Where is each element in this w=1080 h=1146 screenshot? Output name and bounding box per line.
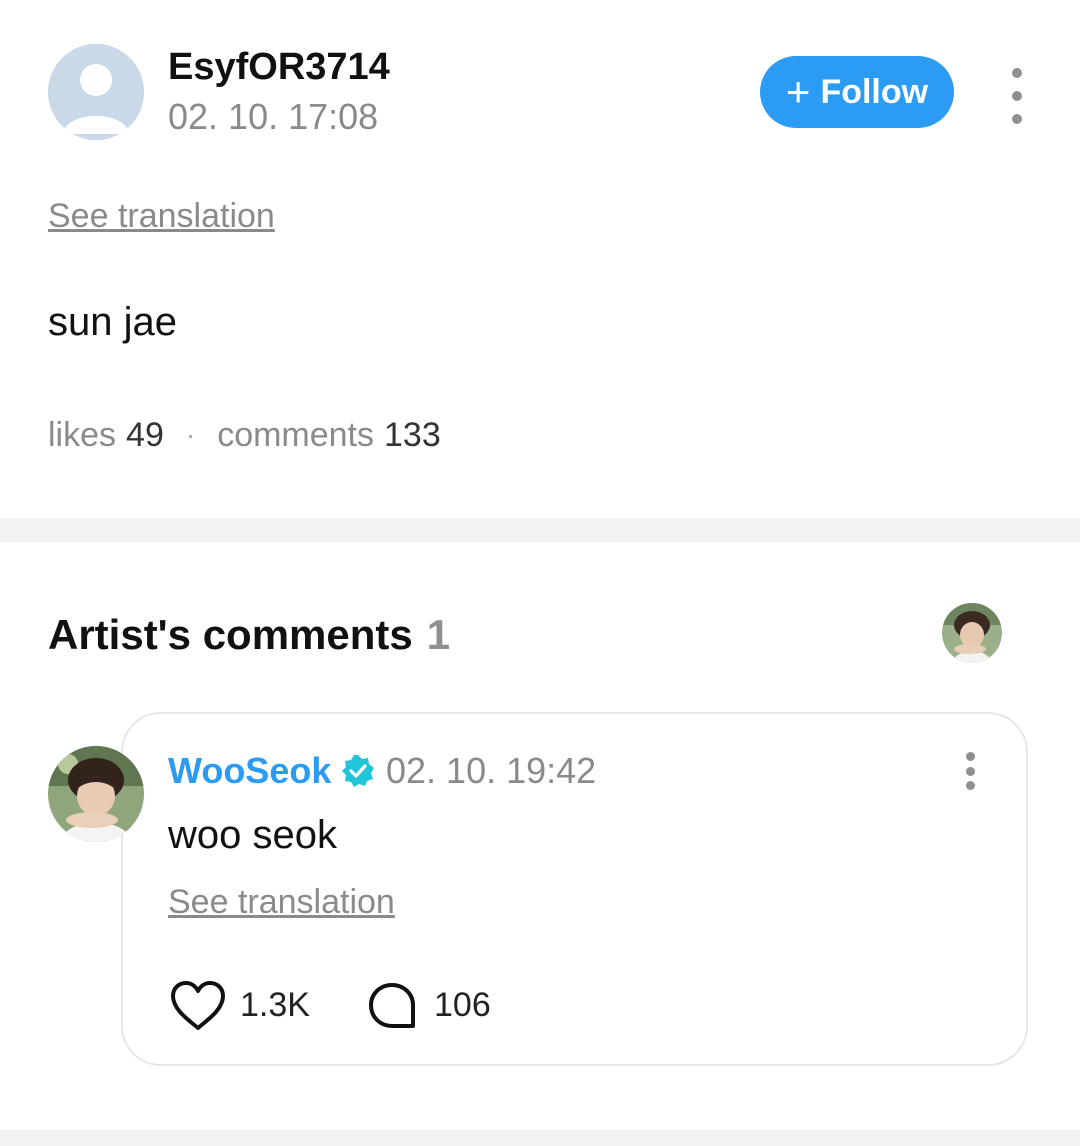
comment-bubble-icon[interactable] xyxy=(366,980,418,1032)
see-translation-link[interactable]: See translation xyxy=(48,196,275,236)
comment-body: woo seok xyxy=(168,813,337,857)
comment-like-count: 1.3K xyxy=(240,986,310,1024)
artist-avatar[interactable] xyxy=(48,746,144,842)
artist-comments-count: 1 xyxy=(426,611,451,658)
post-stats: likes 49 · comments 133 xyxy=(48,414,441,456)
follow-label: Follow xyxy=(820,72,929,111)
verified-badge-icon xyxy=(342,755,375,787)
stats-separator: · xyxy=(185,419,196,450)
comments-label[interactable]: comments xyxy=(217,414,374,456)
artist-name[interactable]: WooSeok xyxy=(168,750,375,792)
comment-timestamp: 02. 10. 19:42 xyxy=(386,750,597,791)
plus-icon: + xyxy=(785,68,811,115)
post-body: sun jae xyxy=(48,300,177,344)
comment-see-translation-link[interactable]: See translation xyxy=(168,882,395,922)
author-name[interactable]: EsyfOR3714 xyxy=(168,44,390,90)
artist-name-label: WooSeok xyxy=(168,750,332,791)
more-vertical-icon[interactable] xyxy=(1007,68,1027,124)
author-avatar[interactable] xyxy=(48,44,144,140)
likes-label: likes xyxy=(48,416,117,454)
comment-reply-count: 106 xyxy=(434,986,491,1024)
bottom-divider xyxy=(0,1130,1080,1146)
likes-count: 49 xyxy=(126,416,164,454)
post-timestamp: 02. 10. 17:08 xyxy=(168,96,379,137)
section-divider xyxy=(0,518,1080,542)
default-user-icon xyxy=(48,44,144,140)
follow-button[interactable]: + Follow xyxy=(760,56,954,128)
artist-comments-title: Artist's comments 1 xyxy=(48,610,450,660)
artist-comments-label: Artist's comments xyxy=(48,611,413,658)
comments-count[interactable]: 133 xyxy=(384,414,441,456)
heart-icon[interactable] xyxy=(168,978,228,1034)
more-vertical-icon[interactable] xyxy=(960,752,980,790)
artist-avatar-thumbnail[interactable] xyxy=(942,603,1002,663)
